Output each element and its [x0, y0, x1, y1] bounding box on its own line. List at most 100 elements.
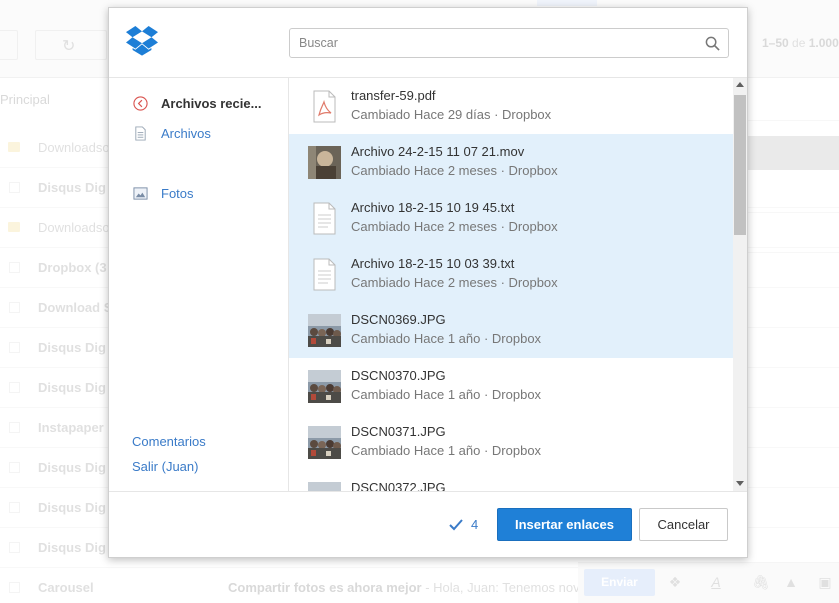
insert-links-button[interactable]: Insertar enlaces — [497, 508, 632, 541]
checkbox — [9, 462, 20, 473]
file-row[interactable]: Archivo 18-2-15 10 19 45.txt Cambiado Hac… — [289, 190, 733, 246]
file-row[interactable]: DSCN0372.JPG — [289, 470, 733, 491]
background-message-sender: Disqus Dig — [38, 540, 106, 555]
search-box[interactable] — [289, 28, 729, 58]
background-message-sender: Instapaper — [38, 420, 104, 435]
selected-count-value: 4 — [471, 517, 479, 532]
file-thumbnail — [308, 314, 341, 347]
background-message-sender: Downloadso — [38, 220, 110, 235]
file-name: Archivo 18-2-15 10 03 39.txt — [351, 256, 515, 271]
dropbox-icon: ❖ — [668, 574, 682, 590]
background-tab-principal: Principal — [0, 92, 50, 107]
file-meta: Cambiado Hace 2 meses · Dropbox — [351, 275, 558, 290]
background-pagination: 1–50 de 1.000 — [762, 36, 839, 50]
feedback-link[interactable]: Comentarios — [132, 434, 206, 449]
file-thumbnail — [308, 426, 341, 459]
sidebar-item-photos[interactable]: Fotos — [133, 183, 194, 203]
file-row[interactable]: DSCN0371.JPG Cambiado Hace 1 año · Dropbo… — [289, 414, 733, 470]
checkbox — [9, 542, 20, 553]
file-name: DSCN0371.JPG — [351, 424, 446, 439]
file-meta: Cambiado Hace 2 meses · Dropbox — [351, 163, 558, 178]
file-row[interactable]: Archivo 24-2-15 11 07 21.mov Cambiado Hac… — [289, 134, 733, 190]
file-name: transfer-59.pdf — [351, 88, 436, 103]
doc-file-icon — [308, 258, 341, 291]
scroll-down-arrow-icon[interactable] — [736, 481, 744, 486]
background-select-button — [0, 30, 18, 60]
refresh-icon: ↻ — [62, 38, 76, 55]
dialog-header — [109, 8, 747, 78]
dialog-footer: 4 Insertar enlaces Cancelar — [109, 491, 747, 557]
file-name: DSCN0369.JPG — [351, 312, 446, 327]
file-name: DSCN0370.JPG — [351, 368, 446, 383]
background-message-sender: Dropbox (3 — [38, 260, 107, 275]
dropbox-chooser-dialog: Archivos recie... Archivos Fotos Comenta… — [108, 7, 748, 558]
file-name: Archivo 24-2-15 11 07 21.mov — [351, 144, 525, 159]
background-divider — [748, 212, 839, 213]
file-row[interactable]: transfer-59.pdf Cambiado Hace 29 días · D… — [289, 78, 733, 134]
checkbox — [9, 502, 20, 513]
cancel-button[interactable]: Cancelar — [639, 508, 728, 541]
logout-link[interactable]: Salir (Juan) — [132, 459, 198, 474]
file-meta: Cambiado Hace 1 año · Dropbox — [351, 387, 542, 402]
format-text-icon: A — [711, 574, 721, 590]
dialog-sidebar: Archivos recie... Archivos Fotos Comenta… — [109, 78, 289, 491]
search-icon[interactable] — [705, 36, 720, 51]
sidebar-item-label: Archivos recie... — [161, 95, 262, 111]
file-meta: Cambiado Hace 29 días · Dropbox — [351, 107, 552, 122]
file-meta: Cambiado Hace 1 año · Dropbox — [351, 443, 542, 458]
selected-count: 4 — [449, 517, 478, 532]
background-message-sender: Downloadso — [38, 140, 110, 155]
file-icon — [135, 125, 146, 141]
background-divider — [748, 252, 839, 253]
background-message-subject: Compartir fotos es ahora mejor - Hola, J… — [228, 580, 580, 595]
file-meta: Cambiado Hace 2 meses · Dropbox — [351, 219, 558, 234]
checkbox — [9, 262, 20, 273]
background-message-sender: Disqus Dig — [38, 340, 106, 355]
background-tab-indicator — [537, 0, 597, 6]
sidebar-item-recent[interactable]: Archivos recie... — [133, 93, 261, 113]
sidebar-item-label: Archivos — [161, 125, 211, 141]
checkbox — [9, 342, 20, 353]
scrollbar-thumb[interactable] — [734, 95, 746, 235]
background-divider — [748, 120, 839, 121]
file-row[interactable]: Archivo 18-2-15 10 03 39.txt Cambiado Hac… — [289, 246, 733, 302]
background-right-panel — [748, 136, 839, 170]
folder-icon — [8, 222, 20, 232]
background-message-sender: Carousel — [38, 580, 94, 595]
file-meta: Cambiado Hace 1 año · Dropbox — [351, 331, 542, 346]
background-message-sender: Disqus Dig — [38, 380, 106, 395]
pdf-file-icon — [308, 90, 341, 123]
checkbox — [9, 382, 20, 393]
background-message-sender: Disqus Dig — [38, 460, 106, 475]
file-thumbnail — [308, 370, 341, 403]
checkbox — [9, 582, 20, 593]
file-thumbnail — [308, 482, 341, 491]
background-message-sender: Disqus Dig — [38, 180, 106, 195]
dropbox-logo-icon — [126, 26, 158, 56]
drive-icon: ▲ — [784, 574, 798, 590]
search-input[interactable] — [290, 29, 690, 57]
file-name: DSCN0372.JPG — [351, 480, 446, 491]
sidebar-item-label: Fotos — [161, 185, 194, 201]
file-list-scrollbar[interactable] — [733, 78, 747, 491]
checkbox — [9, 302, 20, 313]
checkbox — [9, 422, 20, 433]
attach-icon: 🖇 — [752, 574, 770, 590]
file-row[interactable]: DSCN0370.JPG Cambiado Hace 1 año · Dropbo… — [289, 358, 733, 414]
background-message-sender: Disqus Dig — [38, 500, 106, 515]
background-message-sender: Download S — [38, 300, 113, 315]
doc-file-icon — [308, 202, 341, 235]
sidebar-item-files[interactable]: Archivos — [133, 123, 211, 143]
file-row[interactable]: DSCN0369.JPG Cambiado Hace 1 año · Dropbo… — [289, 302, 733, 358]
checkmark-icon — [449, 518, 463, 530]
file-name: Archivo 18-2-15 10 19 45.txt — [351, 200, 515, 215]
folder-icon — [8, 142, 20, 152]
file-list: transfer-59.pdf Cambiado Hace 29 días · D… — [289, 78, 733, 491]
recent-icon — [133, 95, 148, 111]
photos-icon — [133, 186, 148, 200]
background-send-button: Enviar — [584, 569, 655, 596]
file-thumbnail — [308, 146, 341, 179]
scroll-up-arrow-icon[interactable] — [736, 82, 744, 87]
checkbox — [9, 182, 20, 193]
image-icon: ▣ — [818, 574, 832, 590]
